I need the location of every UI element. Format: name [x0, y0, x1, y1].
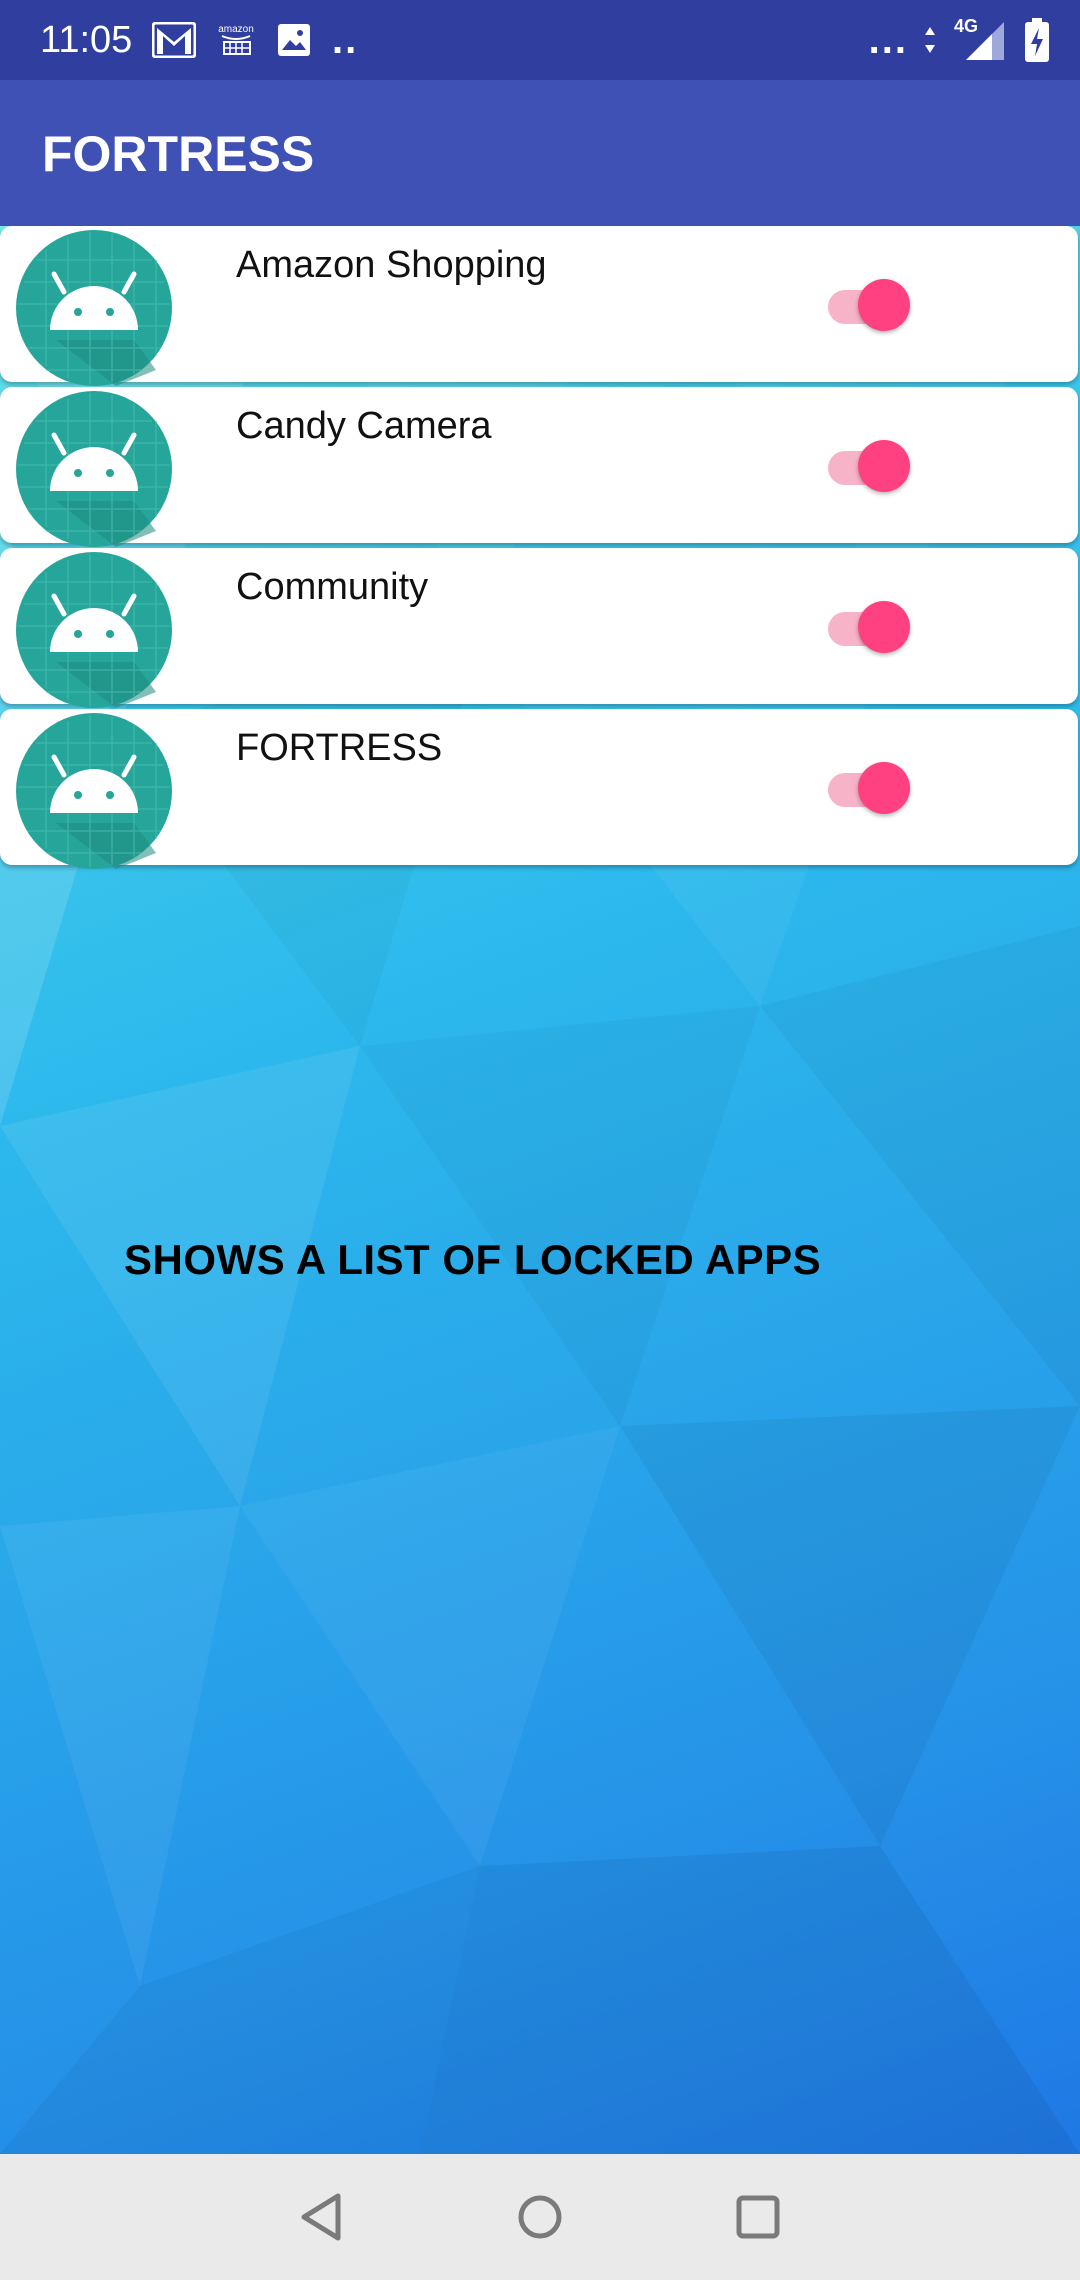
home-icon[interactable]: [507, 2184, 573, 2250]
toggle-thumb: [858, 762, 910, 814]
image-icon: [278, 24, 310, 56]
navigation-bar: [0, 2154, 1080, 2280]
notification-icons: amazon ..: [152, 18, 358, 62]
back-icon[interactable]: [290, 2184, 356, 2250]
more-notifications-dots: ..: [332, 18, 359, 62]
android-app-icon: [16, 713, 172, 869]
app-row[interactable]: Amazon Shopping: [0, 226, 1078, 386]
svg-text:amazon: amazon: [218, 24, 254, 35]
toggle-thumb: [858, 440, 910, 492]
android-app-icon: [16, 391, 172, 547]
app-name: FORTRESS: [236, 727, 443, 769]
recents-icon[interactable]: [725, 2184, 791, 2250]
locked-apps-caption: SHOWS A LIST OF LOCKED APPS: [124, 1236, 822, 1283]
lock-toggle-switch[interactable]: [826, 433, 910, 493]
app-bar: FORTRESS: [0, 80, 1080, 226]
data-arrows-icon: [925, 27, 935, 53]
lock-toggle-switch[interactable]: [826, 594, 910, 654]
gmail-icon: [152, 22, 196, 58]
app-row[interactable]: FORTRESS: [0, 709, 1078, 869]
lock-toggle-switch[interactable]: [826, 272, 910, 332]
status-time: 11:05: [40, 19, 133, 61]
toggle-thumb: [858, 279, 910, 331]
app-name: Candy Camera: [236, 405, 492, 447]
app-name: Amazon Shopping: [236, 244, 547, 286]
battery-charging-icon: [1025, 18, 1049, 62]
android-app-icon: [16, 552, 172, 708]
amazon-icon: amazon: [218, 24, 254, 55]
app-row[interactable]: Community: [0, 548, 1078, 708]
status-bar: 11:05 amazon .. ... 4G: [0, 0, 1080, 80]
app-title: FORTRESS: [42, 126, 315, 182]
signal-indicator: 4G: [952, 16, 1008, 62]
app-row[interactable]: Candy Camera: [0, 387, 1078, 547]
system-icons: ... 4G: [869, 16, 1050, 64]
app-name: Community: [236, 566, 429, 608]
lock-toggle-switch[interactable]: [826, 755, 910, 815]
more-status-dots: ...: [868, 18, 908, 62]
locked-apps-list: Amazon Shopping Candy Camera Community F…: [0, 226, 1080, 870]
android-app-icon: [16, 230, 172, 386]
toggle-thumb: [858, 601, 910, 653]
signal-icon: [966, 22, 1004, 60]
